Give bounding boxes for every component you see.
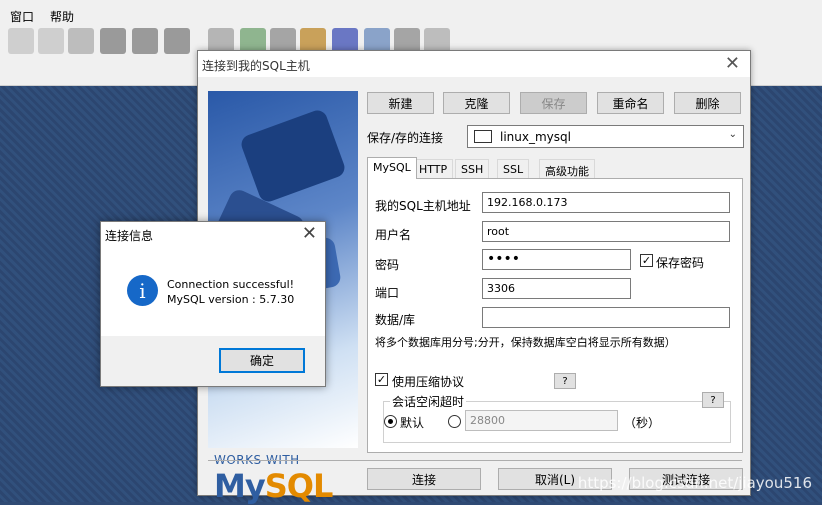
mysql-wordmark: MySQL (214, 467, 334, 505)
close-icon[interactable]: ✕ (302, 223, 317, 244)
saved-connection-label: 保存/存的连接 (367, 131, 444, 145)
delete-button[interactable]: 删除 (674, 92, 741, 114)
mysql-my: My (214, 467, 266, 505)
table-icon[interactable] (100, 28, 126, 54)
host-input[interactable]: 192.168.0.173 (482, 192, 730, 213)
save-button[interactable]: 保存 (520, 92, 587, 114)
puzzle-piece (238, 107, 348, 205)
tab-advanced[interactable]: 高级功能 (539, 159, 595, 179)
user-label: 用户名 (375, 228, 412, 242)
saved-connection-select[interactable]: linux_mysql ⌄ (467, 125, 744, 148)
database-icon[interactable] (8, 28, 34, 54)
compression-label: 使用压缩协议 (392, 375, 465, 389)
seconds-label: （秒） (624, 416, 661, 430)
menu-help[interactable]: 帮助 (50, 8, 74, 25)
port-input[interactable]: 3306 (482, 278, 631, 299)
new-button[interactable]: 新建 (367, 92, 434, 114)
menu-bar: 窗口 帮助 (0, 0, 822, 26)
info-icon: i (127, 275, 158, 306)
chevron-down-icon: ⌄ (728, 129, 737, 140)
mysql-sql: SQL (264, 467, 334, 505)
saved-connection-value: linux_mysql (500, 130, 571, 144)
database-label: 数据/库 (375, 313, 416, 327)
connect-button[interactable]: 连接 (367, 468, 481, 490)
save-password-label: 保存密码 (656, 256, 705, 270)
footer-divider (208, 460, 742, 461)
default-timeout-radio[interactable] (384, 415, 397, 428)
tab-mysql[interactable]: MySQL (367, 157, 417, 179)
save-password-checkbox[interactable]: ✓ (640, 254, 653, 267)
dialog-titlebar: 连接到我的SQL主机 ✕ (198, 51, 750, 77)
host-label: 我的SQL主机地址 (375, 199, 471, 213)
tab-ssh[interactable]: SSH (455, 159, 490, 179)
compression-help-button[interactable]: ? (554, 373, 576, 389)
clone-button[interactable]: 克隆 (443, 92, 510, 114)
password-input[interactable]: •••• (482, 249, 631, 270)
timeout-input[interactable]: 28800 (465, 410, 618, 431)
connection-color-swatch (474, 130, 492, 143)
default-label: 默认 (400, 416, 425, 430)
popup-title: 连接信息 (105, 229, 154, 243)
popup-message-line1: Connection successful! (167, 278, 295, 291)
dialog-title: 连接到我的SQL主机 (202, 59, 310, 73)
port-label: 端口 (375, 286, 400, 300)
database-icon[interactable] (38, 28, 64, 54)
timeout-help-button[interactable]: ? (702, 392, 724, 408)
password-label: 密码 (375, 258, 400, 272)
connection-info-popup: 连接信息 ✕ i Connection successful! MySQL ve… (100, 221, 326, 387)
compression-checkbox[interactable]: ✓ (375, 373, 388, 386)
popup-footer: 确定 (101, 336, 325, 386)
menu-window[interactable]: 窗口 (10, 8, 34, 25)
custom-timeout-radio[interactable] (448, 415, 461, 428)
session-timeout-label: 会话空闲超时 (390, 393, 467, 410)
ok-button[interactable]: 确定 (219, 348, 305, 373)
database-icon[interactable] (68, 28, 94, 54)
popup-message-line2: MySQL version : 5.7.30 (167, 293, 295, 306)
rename-button[interactable]: 重命名 (597, 92, 664, 114)
database-hint: 将多个数据库用分号;分开，保持数据库空白将显示所有数据） (375, 336, 676, 349)
tab-ssl[interactable]: SSL (497, 159, 530, 179)
close-icon[interactable]: ✕ (725, 53, 740, 74)
database-input[interactable] (482, 307, 730, 328)
user-input[interactable]: root (482, 221, 730, 242)
tab-http[interactable]: HTTP (413, 159, 454, 179)
table-icon[interactable] (164, 28, 190, 54)
table-icon[interactable] (132, 28, 158, 54)
watermark: https://blog.csdn.net/jiayou516 (577, 474, 812, 492)
